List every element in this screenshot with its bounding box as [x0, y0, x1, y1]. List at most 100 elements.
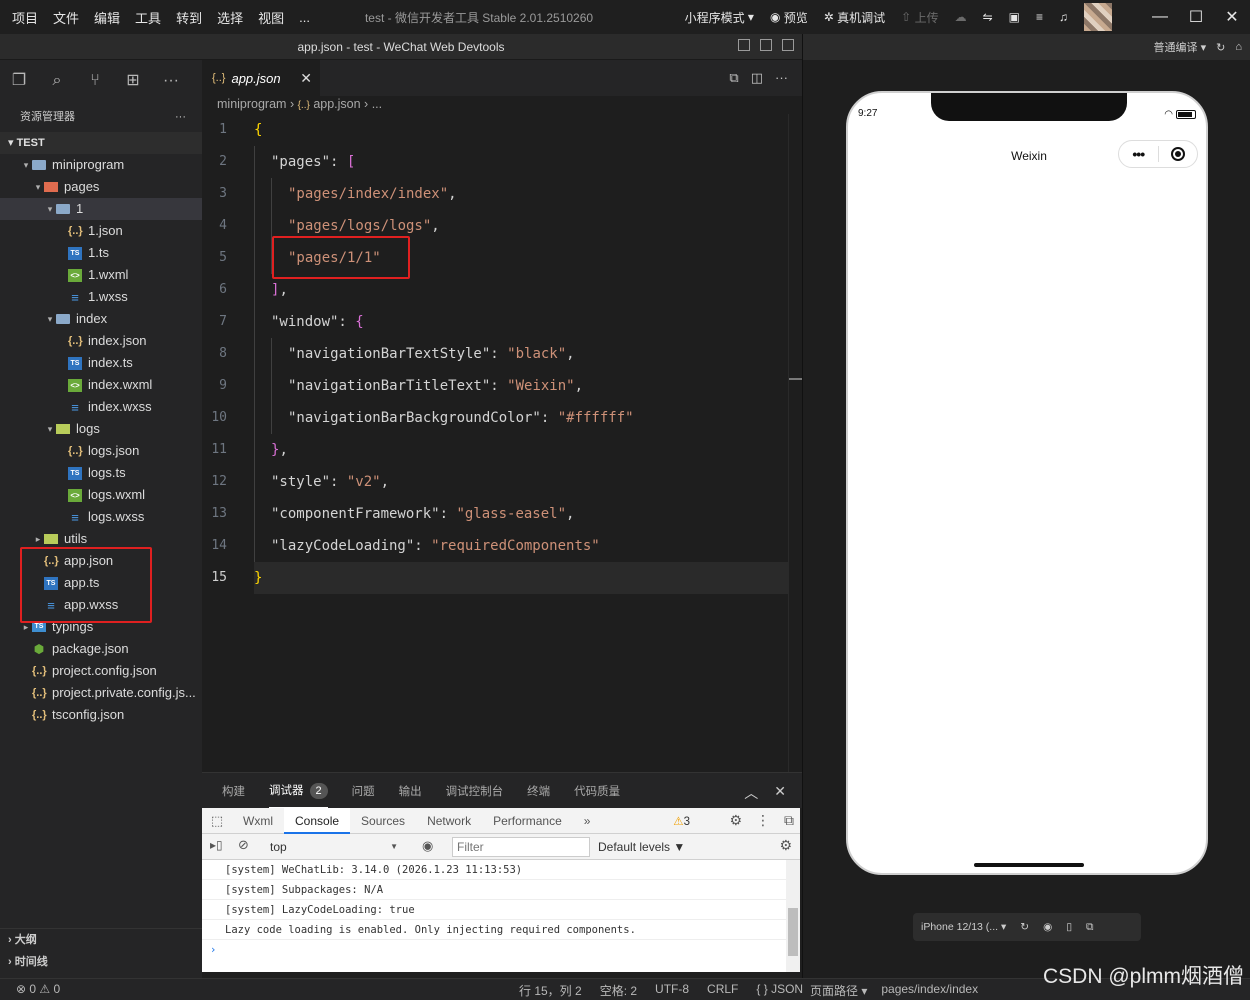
extensions-icon[interactable]: ⊞: [124, 72, 142, 90]
menu-item[interactable]: 选择: [217, 8, 243, 27]
code-line[interactable]: 7 "window": {: [202, 306, 802, 338]
clear-console-icon[interactable]: ⊘: [238, 837, 249, 853]
devtools-tab[interactable]: Wxml: [232, 808, 284, 834]
close-window-icon[interactable]: ✕: [1214, 7, 1250, 27]
code-editor[interactable]: 1{2 "pages": [3 "pages/index/index", 4 "page…: [202, 114, 802, 772]
indentation[interactable]: 空格: 2: [600, 982, 637, 999]
console-prompt[interactable]: ›: [202, 940, 786, 960]
swap-icon[interactable]: ⇋: [983, 10, 993, 24]
page-path-dropdown[interactable]: 页面路径 ▾: [810, 982, 867, 999]
code-line[interactable]: 9 "navigationBarTitleText": "Weixin",: [202, 370, 802, 402]
language-mode[interactable]: { } JSON: [756, 982, 803, 999]
code-line[interactable]: 8 "navigationBarTextStyle": "black",: [202, 338, 802, 370]
context-select[interactable]: top: [270, 840, 400, 854]
tree-file[interactable]: {..} project.private.config.js...: [0, 682, 202, 704]
tree-file[interactable]: ≡ 1.wxss: [0, 286, 202, 308]
real-device-debug-button[interactable]: ✲ 真机调试: [824, 9, 885, 26]
tree-folder[interactable]: ▾ index: [0, 308, 202, 330]
encoding[interactable]: UTF-8: [655, 982, 689, 999]
tree-file[interactable]: ≡ logs.wxss: [0, 506, 202, 528]
tree-file[interactable]: TS logs.ts: [0, 462, 202, 484]
maximize-icon[interactable]: ☐: [1178, 7, 1214, 27]
vertical-dots-icon[interactable]: ⋮: [756, 812, 770, 829]
phone-screen[interactable]: 9:27 ◠ Weixin •••: [846, 91, 1208, 875]
files-icon[interactable]: ❐: [10, 72, 28, 90]
tree-file[interactable]: ≡ index.wxss: [0, 396, 202, 418]
breadcrumb-file[interactable]: app.json: [313, 97, 360, 111]
panel-tab[interactable]: 调试控制台: [446, 783, 504, 799]
tree-file[interactable]: TS 1.ts: [0, 242, 202, 264]
panel-tab[interactable]: 调试器 2: [269, 782, 328, 809]
devtools-tab[interactable]: Console: [284, 807, 351, 834]
more-icon[interactable]: ···: [162, 72, 180, 90]
tree-file[interactable]: <> 1.wxml: [0, 264, 202, 286]
console-scrollbar[interactable]: [786, 860, 800, 972]
minimize-icon[interactable]: —: [1142, 8, 1178, 26]
menu-item[interactable]: 编辑: [94, 8, 120, 27]
tree-folder[interactable]: ▾ logs: [0, 418, 202, 440]
code-line[interactable]: 12 "style": "v2",: [202, 466, 802, 498]
panel-tab[interactable]: 终端: [527, 783, 550, 799]
code-line[interactable]: 3 "pages/index/index",: [202, 178, 802, 210]
panel-tab[interactable]: 输出: [399, 783, 422, 799]
panel-tab[interactable]: 代码质量: [574, 783, 620, 799]
problems-indicator[interactable]: ⊗ 0 ⚠ 0: [16, 982, 60, 996]
cache-icon[interactable]: ⌂: [1235, 41, 1242, 53]
outline-section[interactable]: › 大纲: [0, 929, 202, 951]
menu-item[interactable]: ...: [299, 10, 310, 25]
explorer-more-icon[interactable]: ···: [175, 102, 186, 132]
more-dots-icon[interactable]: •••: [1119, 146, 1158, 162]
tree-file[interactable]: {..} index.json: [0, 330, 202, 352]
breadcrumb-folder[interactable]: miniprogram: [217, 97, 286, 111]
cursor-position[interactable]: 行 15，列 2: [519, 982, 582, 999]
devtools-tab[interactable]: Network: [416, 808, 482, 834]
project-root[interactable]: ▾ TEST: [0, 132, 202, 154]
close-capsule-button[interactable]: [1158, 147, 1197, 161]
chevron-up-icon[interactable]: ︿: [744, 783, 758, 803]
device-select[interactable]: iPhone 12/13 (... ▾: [921, 921, 1006, 933]
source-control-icon[interactable]: ⑂: [86, 72, 104, 90]
menu-icon[interactable]: ≡: [1036, 10, 1043, 24]
panel-tab[interactable]: 问题: [352, 783, 375, 799]
bell-icon[interactable]: ♫: [1059, 10, 1068, 24]
refresh-icon[interactable]: ↻: [1216, 41, 1225, 54]
menu-item[interactable]: 转到: [176, 8, 202, 27]
code-line[interactable]: 15}: [202, 562, 802, 594]
devtools-tab[interactable]: »: [573, 808, 602, 834]
line-endings[interactable]: CRLF: [707, 982, 738, 999]
close-panel-icon[interactable]: ✕: [774, 783, 786, 803]
mode-dropdown[interactable]: 小程序模式 ▾: [685, 9, 754, 26]
menu-item[interactable]: 项目: [12, 8, 38, 27]
console-settings-icon[interactable]: ⚙: [779, 837, 792, 854]
devtools-tab[interactable]: Sources: [350, 808, 416, 834]
code-line[interactable]: 1{: [202, 114, 802, 146]
home-button-icon[interactable]: ◉: [1043, 921, 1052, 933]
avatar[interactable]: [1084, 3, 1112, 31]
code-line[interactable]: 13 "componentFramework": "glass-easel",: [202, 498, 802, 530]
menu-item[interactable]: 文件: [53, 8, 79, 27]
breadcrumb-symbol[interactable]: ...: [372, 97, 382, 111]
tree-file[interactable]: {..} project.config.json: [0, 660, 202, 682]
tab-app-json[interactable]: {..} app.json ✕: [202, 60, 320, 96]
split-editor-icon[interactable]: ◫: [751, 70, 763, 86]
phone-icon[interactable]: ▯: [1066, 921, 1072, 933]
preview-button[interactable]: ◉ 预览: [770, 9, 808, 26]
search-icon[interactable]: ⌕: [48, 72, 66, 90]
console-scroll-thumb[interactable]: [788, 908, 798, 956]
tree-file[interactable]: ⬢ package.json: [0, 638, 202, 660]
code-line[interactable]: 2 "pages": [: [202, 146, 802, 178]
settings-icon[interactable]: ⚙: [729, 812, 742, 829]
editor-more-icon[interactable]: ···: [775, 70, 788, 86]
compile-mode-dropdown[interactable]: 普通编译 ▾: [1154, 39, 1207, 55]
toggle-editor-icon[interactable]: [760, 39, 772, 51]
close-tab-icon[interactable]: ✕: [300, 70, 312, 87]
tree-file[interactable]: {..} tsconfig.json: [0, 704, 202, 726]
tree-file[interactable]: {..} 1.json: [0, 220, 202, 242]
eye-icon[interactable]: ◉: [422, 838, 433, 854]
tree-file[interactable]: <> logs.wxml: [0, 484, 202, 506]
inspect-icon[interactable]: ⬚: [202, 813, 232, 829]
filter-input[interactable]: [452, 836, 590, 857]
menu-item[interactable]: 视图: [258, 8, 284, 27]
toggle-debugger-icon[interactable]: [782, 39, 794, 51]
open-preview-icon[interactable]: ⧉: [729, 70, 738, 86]
